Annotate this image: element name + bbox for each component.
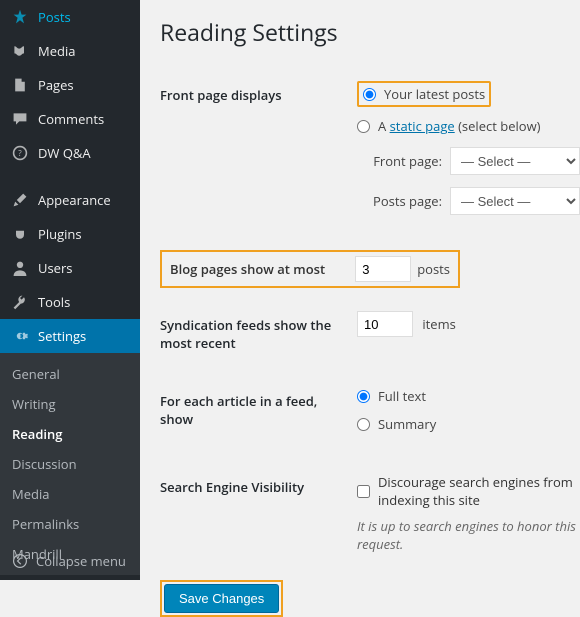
syndication-label: Syndication feeds show the most recent	[160, 296, 357, 372]
radio-full-label: Full text	[378, 387, 426, 405]
blog-pages-input[interactable]	[355, 256, 411, 282]
blog-pages-label: Blog pages show at most	[170, 260, 355, 278]
brush-icon	[10, 192, 30, 208]
syndication-unit: items	[422, 315, 455, 333]
user-icon	[10, 260, 30, 276]
sev-description: It is up to search engines to honor this…	[357, 517, 580, 553]
radio-summary-label: Summary	[378, 415, 436, 433]
plug-icon	[10, 226, 30, 242]
svg-text:?: ?	[18, 148, 22, 159]
collapse-label: Collapse menu	[36, 552, 126, 570]
sidebar-item-label: Posts	[38, 8, 71, 26]
syndication-input[interactable]	[357, 311, 413, 337]
sev-checkbox[interactable]	[357, 485, 370, 498]
sidebar-item-label: Tools	[38, 293, 70, 311]
collapse-icon	[10, 553, 30, 569]
radio-full-text[interactable]	[357, 390, 370, 403]
collapse-menu[interactable]: Collapse menu	[0, 541, 140, 580]
feed-label: For each article in a feed, show	[160, 372, 357, 458]
radio-static-page[interactable]	[357, 120, 370, 133]
page-icon	[10, 77, 30, 93]
static-page-link[interactable]: static page	[390, 117, 455, 135]
sev-label: Search Engine Visibility	[160, 458, 357, 568]
radio-latest-posts[interactable]	[363, 88, 376, 101]
front-page-select-label: Front page:	[357, 152, 442, 170]
sidebar-item-label: Users	[38, 259, 72, 277]
submenu-reading[interactable]: Reading	[0, 419, 140, 449]
admin-sidebar: Posts Media Pages Comments ? DW Q&A Appea…	[0, 0, 140, 580]
sidebar-item-label: DW Q&A	[38, 144, 91, 162]
radio-latest-label: Your latest posts	[384, 85, 485, 103]
submenu-discussion[interactable]: Discussion	[0, 449, 140, 479]
sev-check-label: Discourage search engines from indexing …	[378, 473, 580, 509]
gear-icon	[10, 328, 30, 344]
pin-icon	[10, 9, 30, 25]
main-content: Reading Settings Front page displays You…	[140, 0, 580, 580]
qa-icon: ?	[10, 145, 30, 161]
submenu-writing[interactable]: Writing	[0, 389, 140, 419]
sidebar-item-media[interactable]: Media	[0, 34, 140, 68]
posts-page-select-label: Posts page:	[357, 192, 442, 210]
comment-icon	[10, 111, 30, 127]
submenu-general[interactable]: General	[0, 359, 140, 389]
radio-summary[interactable]	[357, 418, 370, 431]
sidebar-item-label: Settings	[38, 327, 86, 345]
blog-pages-unit: posts	[417, 260, 450, 278]
tool-icon	[10, 294, 30, 310]
settings-form: Front page displays Your latest posts A …	[160, 66, 580, 568]
sidebar-item-label: Pages	[38, 76, 74, 94]
sidebar-item-tools[interactable]: Tools	[0, 285, 140, 319]
sidebar-item-pages[interactable]: Pages	[0, 68, 140, 102]
page-title: Reading Settings	[160, 16, 580, 48]
sidebar-item-label: Appearance	[38, 191, 111, 209]
sidebar-item-settings[interactable]: Settings	[0, 319, 140, 353]
front-page-label: Front page displays	[160, 66, 357, 242]
sidebar-item-users[interactable]: Users	[0, 251, 140, 285]
sidebar-item-label: Media	[38, 42, 75, 60]
sidebar-item-comments[interactable]: Comments	[0, 102, 140, 136]
save-button[interactable]: Save Changes	[164, 584, 279, 613]
submenu-media[interactable]: Media	[0, 479, 140, 509]
front-page-select[interactable]: — Select —	[450, 147, 580, 175]
media-icon	[10, 43, 30, 59]
sidebar-item-label: Comments	[38, 110, 104, 128]
posts-page-select[interactable]: — Select —	[450, 187, 580, 215]
sidebar-item-label: Plugins	[38, 225, 82, 243]
sidebar-item-dwqa[interactable]: ? DW Q&A	[0, 136, 140, 170]
sidebar-item-appearance[interactable]: Appearance	[0, 183, 140, 217]
radio-static-label: A static page (select below)	[378, 117, 541, 135]
sidebar-item-plugins[interactable]: Plugins	[0, 217, 140, 251]
submenu-permalinks[interactable]: Permalinks	[0, 509, 140, 539]
sidebar-item-posts[interactable]: Posts	[0, 0, 140, 34]
